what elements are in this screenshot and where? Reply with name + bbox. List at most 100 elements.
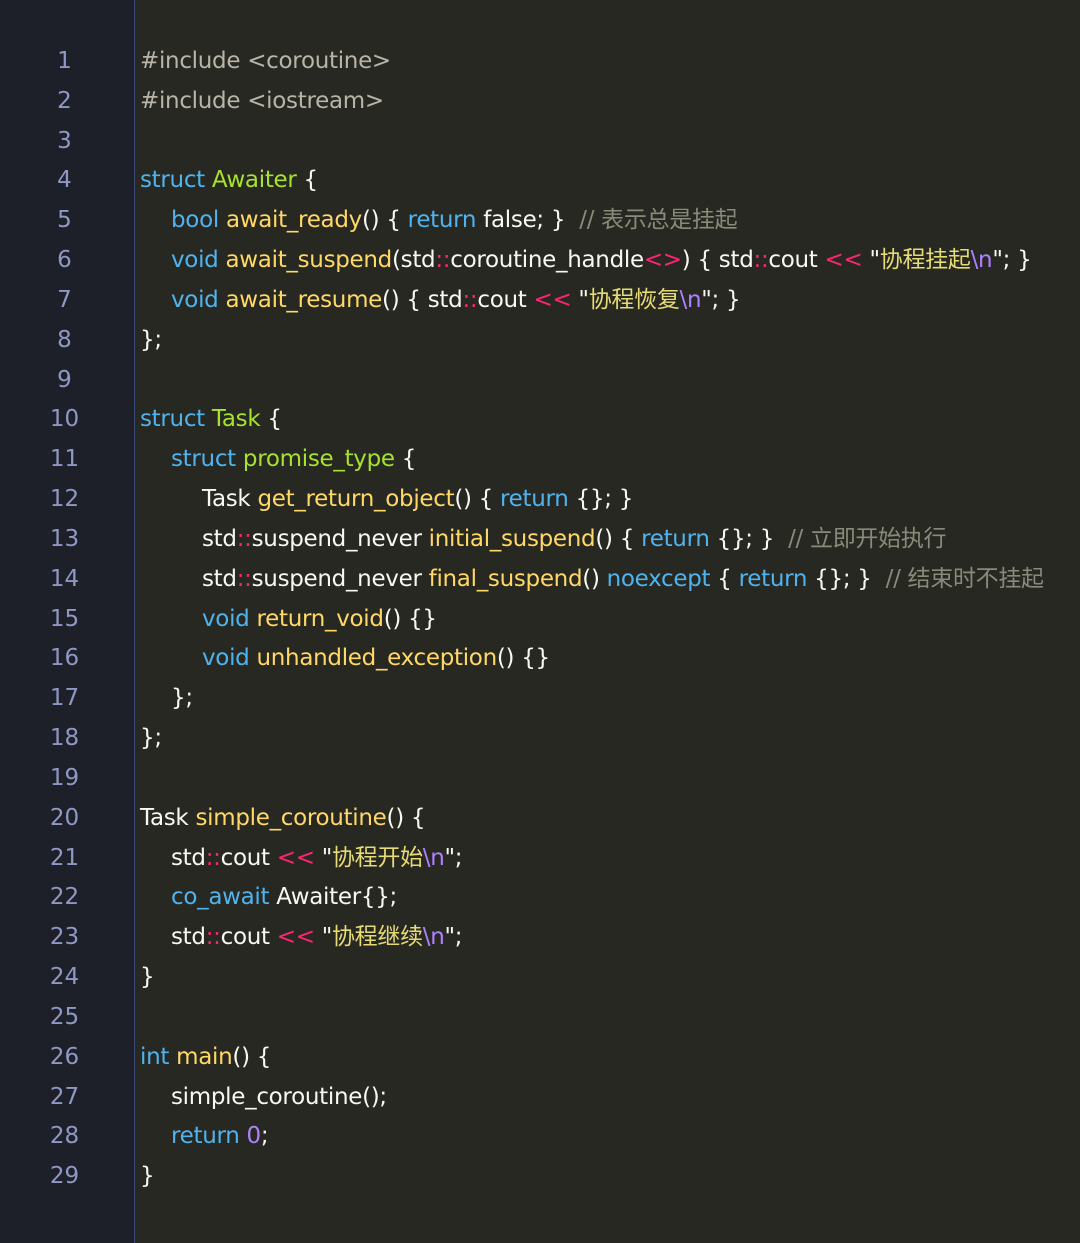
code-line[interactable] [140,122,1080,162]
code-line[interactable]: void await_suspend(std::coroutine_handle… [140,241,1080,281]
type-name: Task [211,406,261,433]
code-text: ) { std [681,247,754,274]
code-line[interactable]: Task simple_coroutine() { [140,799,1080,839]
code-line[interactable]: } [140,1157,1080,1197]
code-text: cout [768,247,825,274]
code-line[interactable]: void return_void() {} [140,600,1080,640]
function-name: get_return_object [257,486,455,513]
code-text: ; [260,1123,269,1150]
code-line[interactable]: #include <coroutine> [140,42,1080,82]
operator: :: [236,525,252,552]
function-name: await_resume [225,286,383,313]
code-line[interactable]: }; [140,679,1080,719]
line-number: 22 [49,884,80,911]
code-line[interactable]: std::cout << "协程继续\n"; [140,918,1080,958]
code-text: "; [444,924,463,951]
line-number: 3 [57,127,72,154]
code-text: "; [444,844,463,871]
code-line[interactable]: co_await Awaiter{}; [140,878,1080,918]
code-text: std [202,565,237,592]
function-name: final_suspend [428,565,583,592]
code-line[interactable] [140,361,1080,401]
code-text: cout [477,286,534,313]
line-number: 14 [49,565,80,592]
operator: :: [236,565,252,592]
escape-sequence: \n [970,247,993,274]
operator: :: [462,286,478,313]
operator: << [276,844,315,871]
keyword: return [641,525,710,552]
code-line[interactable]: std::cout << "协程开始\n"; [140,839,1080,879]
code-text: "; } [701,286,741,313]
code-line[interactable]: struct Task { [140,400,1080,440]
code-line[interactable]: }; [140,719,1080,759]
string-literal: 协程继续 [331,924,423,951]
line-number: 25 [49,1003,80,1030]
code-line[interactable]: bool await_ready() { return false; } // … [140,201,1080,241]
keyword: struct [140,167,205,194]
code-text: }; [140,326,162,353]
code-line[interactable]: void await_resume() { std::cout << "协程恢复… [140,281,1080,321]
code-text: () { [361,207,408,234]
keyword: return [407,207,477,234]
code-text: Awaiter{}; [269,884,397,911]
line-number: 7 [57,286,72,313]
preprocessor-directive: #include <iostream> [140,87,384,114]
comment: // 结束时不挂起 [885,565,1044,592]
code-line[interactable]: std::suspend_never initial_suspend() { r… [140,520,1080,560]
keyword: struct [140,406,205,433]
code-text: Task [202,486,258,513]
line-number: 11 [49,446,80,473]
code-text: () { [386,804,426,831]
code-line[interactable]: }; [140,321,1080,361]
line-number: 4 [57,167,72,194]
code-line[interactable]: Task get_return_object() { return {}; } [140,480,1080,520]
code-text: {}; } [568,486,634,513]
code-text: " [314,924,333,951]
operator: :: [205,924,221,951]
keyword: return [738,565,808,592]
operator: :: [205,844,221,871]
code-line[interactable]: simple_coroutine(); [140,1078,1080,1118]
line-number: 8 [57,326,72,353]
code-text: std [171,924,206,951]
code-line[interactable] [140,998,1080,1038]
line-number: 29 [49,1163,80,1190]
operator: :: [753,247,769,274]
code-editor[interactable]: 1 2 3 4 5 6 7 8 9 10 11 12 13 14 15 16 1… [0,0,1080,1243]
code-line[interactable]: std::suspend_never final_suspend() noexc… [140,560,1080,600]
line-number: 9 [57,366,72,393]
type-name: promise_type [242,446,395,473]
code-text: coroutine_handle [450,247,644,274]
code-text: }; [171,685,193,712]
code-line[interactable]: #include <iostream> [140,82,1080,122]
line-number: 13 [49,525,80,552]
keyword: int [140,1043,170,1070]
comment: // 表示总是挂起 [579,207,738,234]
code-line[interactable]: } [140,958,1080,998]
code-text: suspend_never [251,525,429,552]
code-line[interactable]: struct promise_type { [140,440,1080,480]
code-text: std [202,525,237,552]
code-line[interactable] [140,759,1080,799]
operator: << [824,247,863,274]
code-text: () { [454,486,501,513]
code-text: false; } [476,207,580,234]
code-text: { [296,167,319,194]
function-name: initial_suspend [428,525,596,552]
code-text: () { std [382,286,463,313]
code-line[interactable]: return 0; [140,1117,1080,1157]
code-line[interactable]: struct Awaiter { [140,161,1080,201]
code-line[interactable]: int main() { [140,1038,1080,1078]
keyword: co_await [171,884,270,911]
code-text: " [571,286,589,313]
line-number: 10 [49,406,80,433]
line-number: 16 [49,645,80,672]
code-text: std [171,844,206,871]
code-line[interactable]: void unhandled_exception() {} [140,639,1080,679]
code-area[interactable]: #include <coroutine> #include <iostream>… [135,0,1080,1243]
code-text: { [260,406,282,433]
function-name: await_ready [225,207,362,234]
code-text: " [314,844,333,871]
code-text: } [140,964,155,991]
